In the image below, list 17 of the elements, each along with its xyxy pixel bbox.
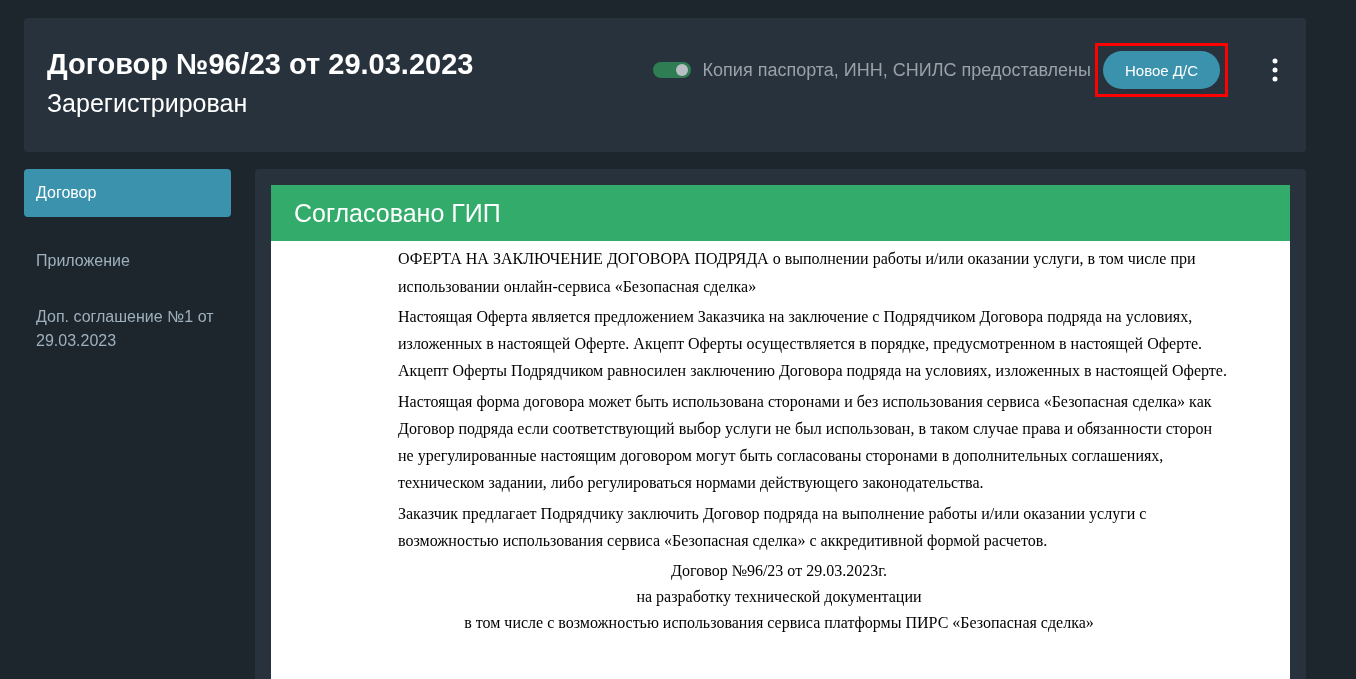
approval-banner: Согласовано ГИП	[271, 185, 1290, 241]
new-agreement-button[interactable]: Новое Д/С	[1103, 51, 1220, 89]
toggle-switch[interactable]	[652, 62, 691, 78]
document-heading: в том числе с возможностью использования сервиса платформы ПИРС «Безопасная сделка»	[463, 613, 1095, 634]
toggle-label: Копия паспорта, ИНН, СНИЛС предоставлены	[702, 59, 1091, 81]
sidebar-item[interactable]: Доп. соглашение №1 от 29.03.2023	[24, 293, 231, 365]
document-paragraph: Настоящая форма договора может быть использована сторонами и без использования сервиса «Безопасная сделка» как Договор подряда если соответствующий выбор услуги не был использован, в таком случае права и обязанности сторон не урегулированные настоящим договором могут быть согласованы сторонами в дополнительных соглашениях, техническом задании, либо регулироваться нормами действующего законодательства.	[398, 392, 1214, 494]
contract-status: Зарегистрирован	[47, 89, 249, 118]
contract-title: Договор №96/23 от 29.03.2023	[47, 48, 474, 81]
document-heading: Договор №96/23 от 29.03.2023г.	[670, 561, 888, 582]
more-menu-icon[interactable]	[1272, 58, 1278, 82]
sidebar-item[interactable]: Приложение	[24, 237, 231, 285]
document-paragraph: Настоящая Оферта является предложением Заказчика на заключение с Подрядчиком Договора подряда на условиях, изложенных в настоящей Оферте. Акцепт Оферты осуществляется в порядке, предусмотренном в настоящей Оферте. Акцепт Оферты Подрядчиком равносилен заключению Договора подряда на условиях, изложенных в настоящей Оферте.	[398, 307, 1228, 382]
document-heading: на разработку технической документации	[635, 587, 923, 608]
document-paragraph: Заказчик предлагает Подрядчику заключить Договор подряда на выполнение работы и/или оказании услуги с возможностью использования сервиса «Безопасная сделка» с аккредитивной формой расчетов.	[398, 504, 1148, 552]
sidebar-item[interactable]: Договор	[24, 169, 231, 217]
document-paragraph: ОФЕРТА НА ЗАКЛЮЧЕНИЕ ДОГОВОРА ПОДРЯДА о выполнении работы и/или оказании услуги, в том числе при использовании онлайн-сервиса «Безопасная сделка»	[398, 249, 1197, 298]
